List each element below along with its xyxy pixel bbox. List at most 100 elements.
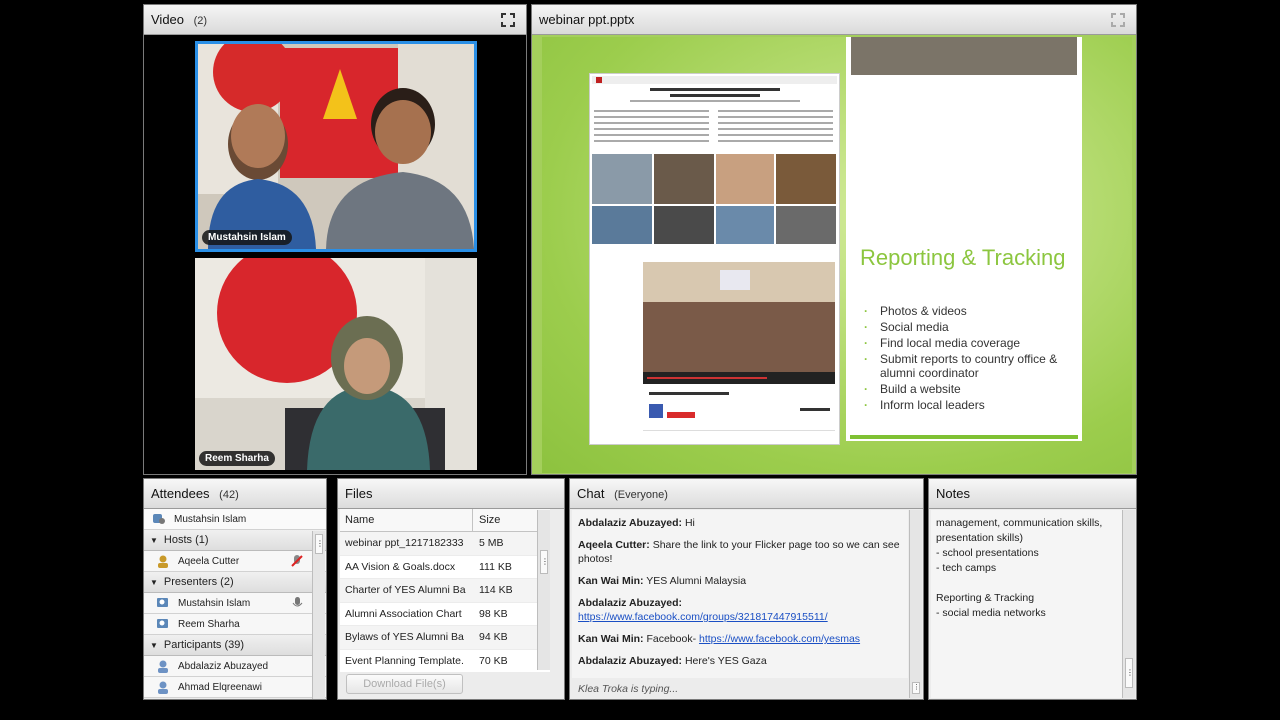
video-feed-2[interactable]: Reem Sharha	[195, 258, 477, 470]
slide-text-panel: Reporting & Tracking Photos & videos Soc…	[846, 37, 1082, 441]
scroll-thumb[interactable]: ⋮	[540, 550, 549, 574]
chat-link[interactable]: https://www.facebook.com/yesmas	[699, 633, 860, 645]
notes-pod: Notes management, communication skills, …	[928, 478, 1137, 700]
slide-header-bar	[851, 37, 1077, 75]
slide-footer-line	[850, 435, 1078, 439]
attendee-row[interactable]: Mustahsin Islam	[144, 593, 326, 614]
file-name: Bylaws of YES Alumni Ba	[345, 631, 464, 643]
file-row[interactable]: Alumni Association Chart 98 KB	[340, 602, 550, 626]
attendee-name: Reem Sharha	[178, 618, 240, 630]
video-count: (2)	[193, 15, 208, 27]
file-row[interactable]: webinar ppt_1217182333 5 MB	[340, 532, 550, 556]
video-pod: Video (2) Mustahsin Islam Reem Sharha	[143, 4, 527, 475]
slide-bullet: Social media	[864, 320, 1074, 334]
attendees-count: (42)	[219, 489, 239, 501]
file-row[interactable]: AA Vision & Goals.docx 111 KB	[340, 555, 550, 579]
file-row[interactable]: Bylaws of YES Alumni Ba 94 KB	[340, 626, 550, 650]
collapse-triangle-icon[interactable]: ▼	[150, 578, 158, 587]
chat-messages: Abdalaziz Abuzayed: Hi Aqeela Cutter: Sh…	[572, 510, 908, 678]
chat-message: Abdalaziz Abuzayed: https://www.facebook.…	[578, 596, 902, 624]
attendee-row[interactable]: Reem Sharha	[144, 614, 326, 635]
chat-sender: Abdalaziz Abuzayed:	[578, 517, 683, 529]
attendee-row[interactable]: Ahmad Elqreenawi	[144, 677, 326, 698]
group-participants[interactable]: ▼ Participants (39)	[144, 635, 326, 656]
host-user-icon	[158, 555, 168, 568]
chat-link[interactable]: https://www.facebook.com/groups/32181744…	[578, 611, 828, 623]
file-size: 114 KB	[479, 584, 513, 596]
file-row[interactable]: Charter of YES Alumni Ba 114 KB	[340, 579, 550, 603]
attendees-scrollbar[interactable]: ⋮	[312, 531, 325, 699]
files-table: Name Size webinar ppt_1217182333 5 MB AA …	[340, 509, 550, 673]
chat-scope[interactable]: (Everyone)	[614, 489, 668, 501]
mic-muted-icon[interactable]	[290, 554, 304, 568]
attendees-pod: Attendees (42) Mustahsin Islam ▼ Hosts (1…	[143, 478, 327, 700]
group-presenters[interactable]: ▼ Presenters (2)	[144, 572, 326, 593]
file-name: Alumni Association Chart	[345, 607, 462, 620]
chat-sender: Abdalaziz Abuzayed:	[578, 655, 683, 667]
slide: Reporting & Tracking Photos & videos Soc…	[542, 37, 1132, 473]
group-label: Hosts (1)	[163, 534, 209, 546]
fullscreen-icon[interactable]	[1110, 12, 1126, 28]
scroll-thumb[interactable]: ⋮	[1125, 658, 1134, 688]
chat-text: Hi	[684, 517, 695, 529]
files-header: Name Size	[340, 509, 550, 532]
file-size: 70 KB	[479, 654, 508, 667]
chat-message: Kan Wai Min: Facebook- https://www.faceb…	[578, 632, 902, 646]
attendee-me[interactable]: Mustahsin Islam	[144, 509, 326, 530]
slide-bullet: Photos & videos	[864, 304, 1074, 318]
file-size: 5 MB	[479, 537, 504, 549]
chat-message: Abdalaziz Abuzayed: Hi	[578, 516, 902, 530]
group-hosts[interactable]: ▼ Hosts (1)	[144, 530, 326, 551]
chat-sender: Abdalaziz Abuzayed:	[578, 597, 683, 609]
download-files-button[interactable]: Download File(s)	[346, 674, 463, 694]
fullscreen-icon[interactable]	[500, 12, 516, 28]
file-name: webinar ppt_1217182333	[345, 537, 464, 549]
microphone-icon[interactable]	[290, 596, 304, 610]
attendee-name: Ahmad Elqreenawi	[178, 681, 262, 693]
file-name: Charter of YES Alumni Ba	[345, 584, 466, 596]
chat-title: Chat	[577, 486, 605, 501]
scroll-thumb[interactable]: ⋮	[912, 682, 920, 694]
video-frame-2	[195, 258, 477, 470]
slide-title: Reporting & Tracking	[860, 245, 1066, 270]
chat-text: Here's YES Gaza	[684, 655, 767, 667]
chat-sender: Aqeela Cutter:	[578, 539, 650, 551]
attendee-name: Abdalaziz Abuzayed	[178, 660, 269, 672]
files-scrollbar[interactable]: ⋮	[537, 510, 550, 670]
attendees-title: Attendees	[151, 486, 210, 501]
attendees-pod-title: Attendees (42)	[144, 479, 326, 509]
file-size: 111 KB	[479, 560, 512, 573]
video-name-label-1: Mustahsin Islam	[202, 230, 292, 245]
col-size-header[interactable]: Size	[473, 509, 500, 531]
slide-bullets: Photos & videos Social media Find local …	[864, 304, 1074, 414]
file-row[interactable]: Event Planning Template. 70 KB	[340, 649, 550, 673]
chat-scrollbar[interactable]: ⋮	[909, 510, 922, 698]
notes-text[interactable]: management, communication skills, presen…	[931, 510, 1123, 698]
scroll-thumb[interactable]: ⋮	[315, 534, 324, 554]
file-name: AA Vision & Goals.docx	[345, 560, 456, 573]
share-pod: webinar ppt.pptx Reporting & Tracking · …	[531, 4, 1137, 475]
chat-sender: Kan Wai Min:	[578, 633, 644, 645]
notes-scrollbar[interactable]: ⋮	[1122, 510, 1135, 698]
chat-text: YES Alumni Malaysia	[646, 575, 747, 587]
collapse-triangle-icon[interactable]: ▼	[150, 641, 158, 650]
video-frame-1	[198, 44, 474, 249]
participant-user-icon	[158, 681, 168, 694]
group-label: Presenters (2)	[163, 576, 234, 588]
collapse-triangle-icon[interactable]: ▼	[150, 536, 158, 545]
screenshot-image	[590, 74, 839, 444]
attendee-me-name: Mustahsin Islam	[174, 513, 247, 525]
files-title: Files	[345, 486, 373, 501]
slide-bullet: Submit reports to country office & alumn…	[864, 352, 1074, 380]
attendee-row[interactable]: Aqeela Cutter	[144, 551, 326, 572]
attendee-row[interactable]: Abdalaziz Abuzayed	[144, 656, 326, 677]
share-pod-title: webinar ppt.pptx	[532, 5, 1136, 35]
file-size: 98 KB	[479, 607, 508, 620]
files-pod-title: Files	[338, 479, 564, 509]
file-name: Event Planning Template.	[345, 654, 464, 667]
user-phone-icon	[153, 514, 165, 524]
typing-indicator: Klea Troka is typing...	[578, 683, 679, 695]
col-name-header[interactable]: Name	[340, 509, 473, 531]
video-feed-1[interactable]: Mustahsin Islam	[195, 41, 477, 252]
slide-screenshot	[589, 73, 840, 445]
